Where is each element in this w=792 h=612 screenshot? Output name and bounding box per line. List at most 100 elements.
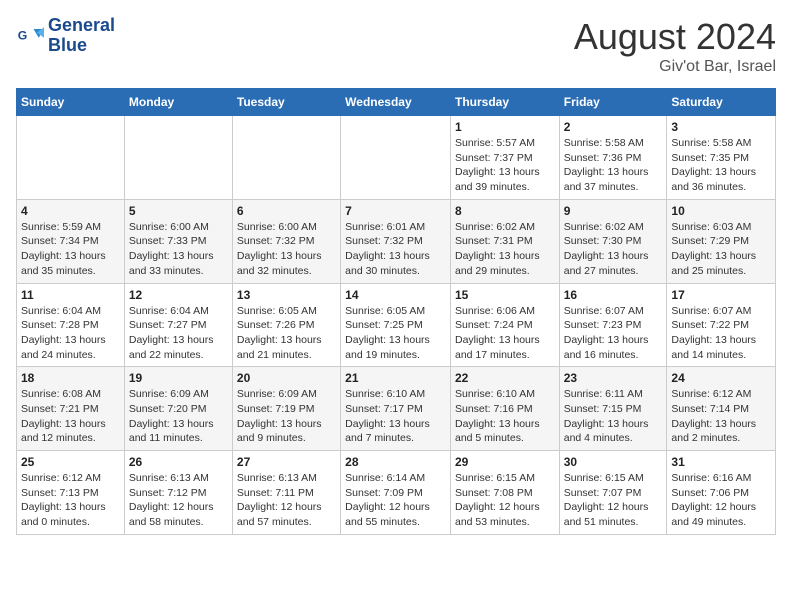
calendar-cell: 31Sunrise: 6:16 AM Sunset: 7:06 PM Dayli… bbox=[667, 451, 776, 535]
day-info: Sunrise: 5:59 AM Sunset: 7:34 PM Dayligh… bbox=[21, 220, 120, 279]
day-info: Sunrise: 5:58 AM Sunset: 7:36 PM Dayligh… bbox=[564, 136, 663, 195]
calendar-cell: 13Sunrise: 6:05 AM Sunset: 7:26 PM Dayli… bbox=[232, 283, 340, 367]
day-number: 1 bbox=[455, 120, 555, 134]
calendar-cell: 17 Sunrise: 6:07 AM Sunset: 7:22 PM Dayli… bbox=[667, 283, 776, 367]
day-info: Sunrise: 6:05 AM Sunset: 7:26 PM Dayligh… bbox=[237, 304, 336, 363]
day-info: Sunrise: 6:09 AM Sunset: 7:20 PM Dayligh… bbox=[129, 387, 228, 446]
day-info: Sunrise: 6:00 AM Sunset: 7:32 PM Dayligh… bbox=[237, 220, 336, 279]
day-info: Sunrise: 6:12 AM Sunset: 7:13 PM Dayligh… bbox=[21, 471, 120, 530]
day-info: Sunrise: 6:14 AM Sunset: 7:09 PM Dayligh… bbox=[345, 471, 446, 530]
day-number: 19 bbox=[129, 371, 228, 385]
day-info: Sunrise: 6:10 AM Sunset: 7:16 PM Dayligh… bbox=[455, 387, 555, 446]
day-number: 12 bbox=[129, 288, 228, 302]
day-info: Sunrise: 6:07 AM Sunset: 7:23 PM Dayligh… bbox=[564, 304, 663, 363]
calendar-cell bbox=[232, 116, 340, 200]
day-info: Sunrise: 6:04 AM Sunset: 7:28 PM Dayligh… bbox=[21, 304, 120, 363]
day-info: Sunrise: 6:13 AM Sunset: 7:11 PM Dayligh… bbox=[237, 471, 336, 530]
logo: G General Blue bbox=[16, 16, 115, 56]
day-info: Sunrise: 6:11 AM Sunset: 7:15 PM Dayligh… bbox=[564, 387, 663, 446]
day-number: 4 bbox=[21, 204, 120, 218]
calendar-cell: 24 Sunrise: 6:12 AM Sunset: 7:14 PM Dayli… bbox=[667, 367, 776, 451]
day-info: Sunrise: 6:03 AM Sunset: 7:29 PM Dayligh… bbox=[671, 220, 771, 279]
calendar-week-row: 11 Sunrise: 6:04 AM Sunset: 7:28 PM Dayli… bbox=[17, 283, 776, 367]
calendar-cell: 16 Sunrise: 6:07 AM Sunset: 7:23 PM Dayli… bbox=[559, 283, 667, 367]
logo-icon: G bbox=[16, 22, 44, 50]
day-number: 21 bbox=[345, 371, 446, 385]
day-info: Sunrise: 6:12 AM Sunset: 7:14 PM Dayligh… bbox=[671, 387, 771, 446]
location: Giv'ot Bar, Israel bbox=[574, 58, 776, 76]
calendar-cell bbox=[124, 116, 232, 200]
day-number: 16 bbox=[564, 288, 663, 302]
day-number: 11 bbox=[21, 288, 120, 302]
day-info: Sunrise: 6:05 AM Sunset: 7:25 PM Dayligh… bbox=[345, 304, 446, 363]
day-info: Sunrise: 6:13 AM Sunset: 7:12 PM Dayligh… bbox=[129, 471, 228, 530]
calendar-header-row: SundayMondayTuesdayWednesdayThursdayFrid… bbox=[17, 89, 776, 116]
day-number: 14 bbox=[345, 288, 446, 302]
day-info: Sunrise: 6:16 AM Sunset: 7:06 PM Dayligh… bbox=[671, 471, 771, 530]
title-block: August 2024 Giv'ot Bar, Israel bbox=[574, 16, 776, 76]
day-number: 7 bbox=[345, 204, 446, 218]
day-info: Sunrise: 6:15 AM Sunset: 7:08 PM Dayligh… bbox=[455, 471, 555, 530]
calendar-cell: 9 Sunrise: 6:02 AM Sunset: 7:30 PM Daylig… bbox=[559, 199, 667, 283]
calendar-cell: 27 Sunrise: 6:13 AM Sunset: 7:11 PM Dayli… bbox=[232, 451, 340, 535]
calendar-cell: 5 Sunrise: 6:00 AM Sunset: 7:33 PM Daylig… bbox=[124, 199, 232, 283]
calendar-cell: 3Sunrise: 5:58 AM Sunset: 7:35 PM Daylig… bbox=[667, 116, 776, 200]
calendar-cell: 4 Sunrise: 5:59 AM Sunset: 7:34 PM Daylig… bbox=[17, 199, 125, 283]
day-info: Sunrise: 6:02 AM Sunset: 7:30 PM Dayligh… bbox=[564, 220, 663, 279]
day-number: 6 bbox=[237, 204, 336, 218]
calendar-week-row: 25 Sunrise: 6:12 AM Sunset: 7:13 PM Dayli… bbox=[17, 451, 776, 535]
calendar-cell: 29Sunrise: 6:15 AM Sunset: 7:08 PM Dayli… bbox=[450, 451, 559, 535]
day-info: Sunrise: 6:06 AM Sunset: 7:24 PM Dayligh… bbox=[455, 304, 555, 363]
calendar-cell: 21 Sunrise: 6:10 AM Sunset: 7:17 PM Dayli… bbox=[341, 367, 451, 451]
weekday-header: Thursday bbox=[450, 89, 559, 116]
day-number: 28 bbox=[345, 455, 446, 469]
day-info: Sunrise: 6:10 AM Sunset: 7:17 PM Dayligh… bbox=[345, 387, 446, 446]
month-title: August 2024 bbox=[574, 16, 776, 58]
calendar-cell: 11 Sunrise: 6:04 AM Sunset: 7:28 PM Dayli… bbox=[17, 283, 125, 367]
calendar-cell: 28 Sunrise: 6:14 AM Sunset: 7:09 PM Dayli… bbox=[341, 451, 451, 535]
day-number: 9 bbox=[564, 204, 663, 218]
calendar-cell: 14 Sunrise: 6:05 AM Sunset: 7:25 PM Dayli… bbox=[341, 283, 451, 367]
calendar-cell: 8 Sunrise: 6:02 AM Sunset: 7:31 PM Daylig… bbox=[450, 199, 559, 283]
calendar-week-row: 4 Sunrise: 5:59 AM Sunset: 7:34 PM Daylig… bbox=[17, 199, 776, 283]
day-number: 18 bbox=[21, 371, 120, 385]
calendar-cell: 26 Sunrise: 6:13 AM Sunset: 7:12 PM Dayli… bbox=[124, 451, 232, 535]
logo-line2: Blue bbox=[48, 36, 115, 56]
calendar-cell: 18Sunrise: 6:08 AM Sunset: 7:21 PM Dayli… bbox=[17, 367, 125, 451]
day-info: Sunrise: 6:04 AM Sunset: 7:27 PM Dayligh… bbox=[129, 304, 228, 363]
day-number: 27 bbox=[237, 455, 336, 469]
calendar-week-row: 1 Sunrise: 5:57 AM Sunset: 7:37 PM Daylig… bbox=[17, 116, 776, 200]
logo-text: General Blue bbox=[48, 16, 115, 56]
calendar-cell: 6 Sunrise: 6:00 AM Sunset: 7:32 PM Daylig… bbox=[232, 199, 340, 283]
day-number: 26 bbox=[129, 455, 228, 469]
day-info: Sunrise: 6:00 AM Sunset: 7:33 PM Dayligh… bbox=[129, 220, 228, 279]
day-info: Sunrise: 6:02 AM Sunset: 7:31 PM Dayligh… bbox=[455, 220, 555, 279]
page-header: G General Blue August 2024 Giv'ot Bar, I… bbox=[16, 16, 776, 76]
calendar-table: SundayMondayTuesdayWednesdayThursdayFrid… bbox=[16, 88, 776, 535]
calendar-cell: 1 Sunrise: 5:57 AM Sunset: 7:37 PM Daylig… bbox=[450, 116, 559, 200]
calendar-cell: 19 Sunrise: 6:09 AM Sunset: 7:20 PM Dayli… bbox=[124, 367, 232, 451]
day-number: 22 bbox=[455, 371, 555, 385]
calendar-cell: 15 Sunrise: 6:06 AM Sunset: 7:24 PM Dayli… bbox=[450, 283, 559, 367]
day-number: 8 bbox=[455, 204, 555, 218]
day-info: Sunrise: 5:57 AM Sunset: 7:37 PM Dayligh… bbox=[455, 136, 555, 195]
calendar-cell: 25 Sunrise: 6:12 AM Sunset: 7:13 PM Dayli… bbox=[17, 451, 125, 535]
calendar-cell: 12 Sunrise: 6:04 AM Sunset: 7:27 PM Dayli… bbox=[124, 283, 232, 367]
svg-text:G: G bbox=[18, 28, 28, 42]
day-number: 23 bbox=[564, 371, 663, 385]
day-info: Sunrise: 6:01 AM Sunset: 7:32 PM Dayligh… bbox=[345, 220, 446, 279]
calendar-cell: 2 Sunrise: 5:58 AM Sunset: 7:36 PM Daylig… bbox=[559, 116, 667, 200]
day-info: Sunrise: 5:58 AM Sunset: 7:35 PM Dayligh… bbox=[671, 136, 771, 195]
weekday-header: Sunday bbox=[17, 89, 125, 116]
day-number: 15 bbox=[455, 288, 555, 302]
calendar-cell: 10Sunrise: 6:03 AM Sunset: 7:29 PM Dayli… bbox=[667, 199, 776, 283]
day-info: Sunrise: 6:07 AM Sunset: 7:22 PM Dayligh… bbox=[671, 304, 771, 363]
day-number: 17 bbox=[671, 288, 771, 302]
day-number: 25 bbox=[21, 455, 120, 469]
calendar-cell: 22 Sunrise: 6:10 AM Sunset: 7:16 PM Dayli… bbox=[450, 367, 559, 451]
day-number: 5 bbox=[129, 204, 228, 218]
day-number: 2 bbox=[564, 120, 663, 134]
weekday-header: Tuesday bbox=[232, 89, 340, 116]
day-number: 24 bbox=[671, 371, 771, 385]
day-number: 20 bbox=[237, 371, 336, 385]
